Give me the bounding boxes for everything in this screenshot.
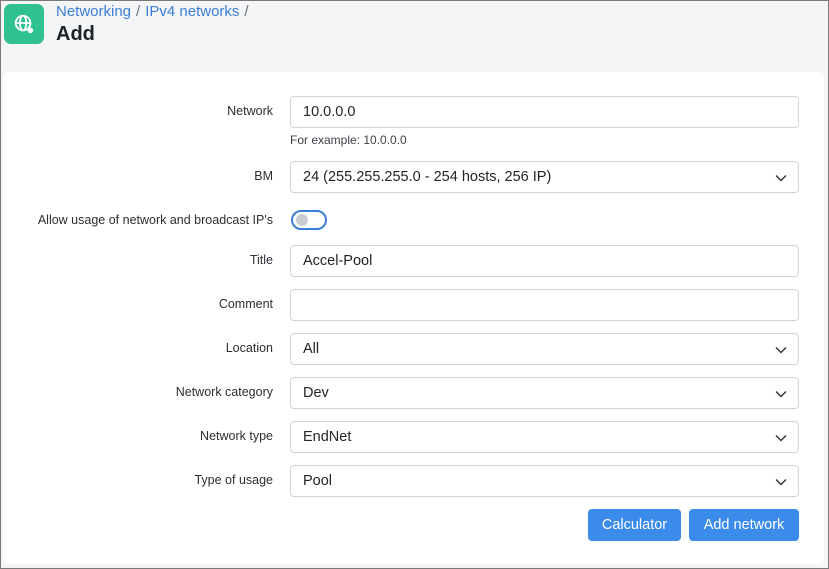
chevron-down-icon [775,174,787,182]
network-category-select[interactable]: Dev [290,377,799,409]
network-label: Network [227,104,273,118]
bm-select-value: 24 (255.255.255.0 - 254 hosts, 256 IP) [303,169,552,185]
allow-broadcast-label: Allow usage of network and broadcast IP'… [37,213,273,227]
location-select[interactable]: All [290,333,799,365]
network-category-label: Network category [175,385,273,399]
network-category-select-value: Dev [303,385,329,401]
bm-label: BM [254,169,273,183]
calculator-button[interactable]: Calculator [588,509,681,541]
network-help-text: For example: 10.0.0.0 [290,133,407,147]
breadcrumb-ipv4-networks-link[interactable]: IPv4 networks [145,3,239,20]
add-network-button[interactable]: Add network [689,509,799,541]
location-label: Location [225,341,273,355]
comment-input[interactable] [290,289,799,321]
location-select-value: All [303,341,320,357]
comment-label: Comment [218,297,273,311]
network-type-select-value: EndNet [303,429,352,445]
breadcrumb-separator: / [244,3,249,20]
page-title: Add [56,23,95,45]
title-input-value: Accel-Pool [303,253,373,269]
breadcrumb-separator: / [136,3,141,20]
breadcrumb: Networking / IPv4 networks / [56,3,254,20]
network-input-value: 10.0.0.0 [303,104,356,120]
title-input[interactable]: Accel-Pool [290,245,799,277]
network-type-select[interactable]: EndNet [290,421,799,453]
toggle-knob [296,214,308,226]
bm-select[interactable]: 24 (255.255.255.0 - 254 hosts, 256 IP) [290,161,799,193]
page-header: Networking / IPv4 networks / Add [1,1,828,73]
type-of-usage-label: Type of usage [194,473,273,487]
network-type-label: Network type [200,429,273,443]
chevron-down-icon [775,478,787,486]
type-of-usage-select[interactable]: Pool [290,465,799,497]
chevron-down-icon [775,346,787,354]
chevron-down-icon [775,434,787,442]
breadcrumb-networking-link[interactable]: Networking [56,3,131,20]
chevron-down-icon [775,390,787,398]
network-input[interactable]: 10.0.0.0 [290,96,799,128]
networking-globe-icon [4,4,44,44]
title-label: Title [249,253,273,267]
add-network-form: Network 10.0.0.0 For example: 10.0.0.0 B… [3,72,824,564]
type-of-usage-select-value: Pool [303,473,333,489]
allow-broadcast-toggle[interactable] [291,210,327,230]
